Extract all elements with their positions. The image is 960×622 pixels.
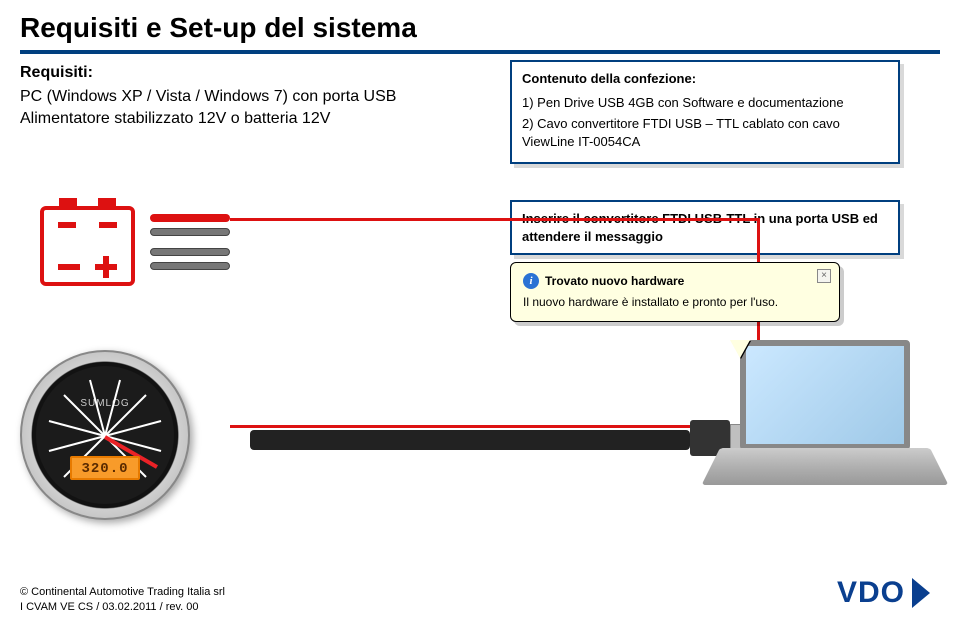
vdo-logo: VDO: [837, 576, 930, 610]
laptop-screen: [740, 340, 910, 450]
battery-terminal-minus: [58, 222, 76, 228]
package-contents-title: Contenuto della confezione:: [522, 70, 888, 88]
instruction-box: Inserire il convertitore FTDI USB-TTL in…: [510, 200, 900, 255]
package-item-1: 1) Pen Drive USB 4GB con Software e docu…: [522, 94, 888, 112]
laptop-base: [701, 448, 948, 485]
sumlog-gauge: SUMLOG 320.0: [20, 350, 190, 520]
battery-plus-symbol: [103, 256, 109, 278]
vdo-logo-triangle-icon: [912, 578, 930, 608]
balloon-body: Il nuovo hardware è installato e pronto …: [523, 295, 827, 309]
battery-terminal-minus: [99, 222, 117, 228]
balloon-close-button[interactable]: ×: [817, 269, 831, 283]
balloon-title: Trovato nuovo hardware: [545, 274, 684, 288]
wire-red: [150, 214, 230, 222]
footer-copyright: © Continental Automotive Trading Italia …: [20, 585, 225, 599]
balloon-tail: [730, 340, 750, 358]
package-item-2: 2) Cavo convertitore FTDI USB – TTL cabl…: [522, 115, 888, 150]
usb-cable: [250, 430, 690, 450]
footer: © Continental Automotive Trading Italia …: [20, 585, 225, 614]
battery-icon: [40, 206, 135, 286]
vdo-logo-text: VDO: [837, 576, 905, 610]
laptop-icon: [720, 340, 930, 510]
battery-minus-symbol: [58, 264, 80, 270]
package-contents-box: Contenuto della confezione: 1) Pen Drive…: [510, 60, 900, 164]
info-icon: i: [523, 273, 539, 289]
wire-connector: [150, 228, 230, 236]
footer-docref: I CVAM VE CS / 03.02.2011 / rev. 00: [20, 600, 225, 614]
title-underline: [20, 50, 940, 54]
wire-connector: [150, 248, 230, 256]
gauge-brand-label: SUMLOG: [80, 398, 129, 409]
gauge-lcd-readout: 320.0: [70, 456, 140, 480]
slide-title: Requisiti e Set-up del sistema: [0, 0, 960, 50]
wire-connector: [150, 262, 230, 270]
new-hardware-balloon: × i Trovato nuovo hardware Il nuovo hard…: [510, 262, 840, 322]
